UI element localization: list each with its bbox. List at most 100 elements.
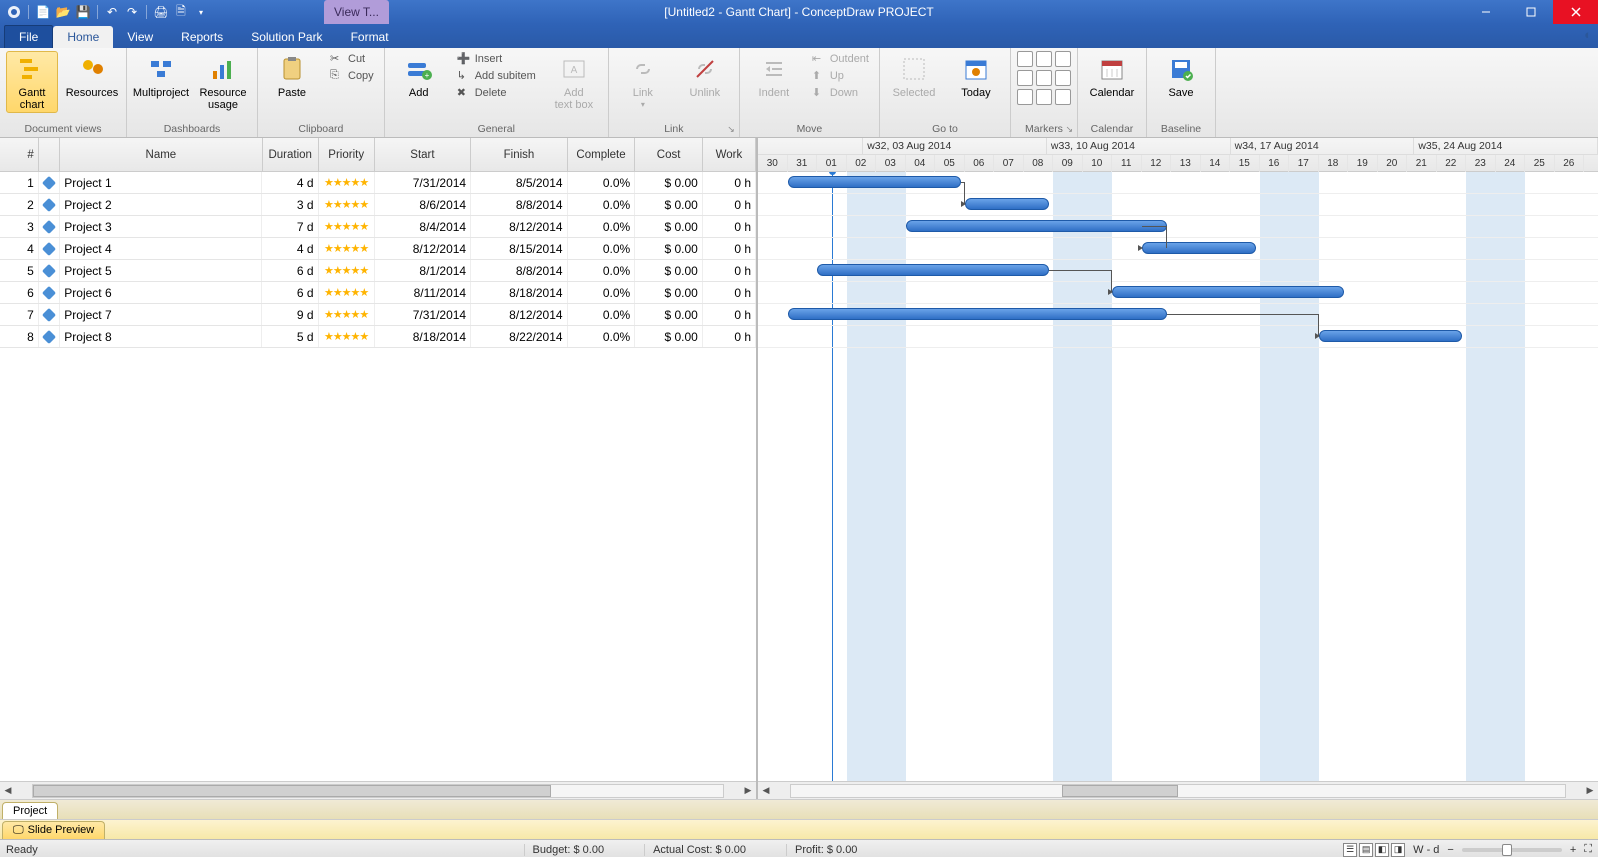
- cell[interactable]: Project 8: [60, 326, 262, 347]
- cell[interactable]: 1: [0, 172, 39, 193]
- table-row[interactable]: 7Project 79 d★★★★★7/31/20148/12/20140.0%…: [0, 304, 756, 326]
- save-button[interactable]: Save: [1153, 51, 1209, 99]
- cell[interactable]: $ 0.00: [635, 172, 703, 193]
- qat-dropdown-icon[interactable]: ▾: [193, 4, 209, 20]
- cell[interactable]: 0 h: [703, 260, 756, 281]
- cell[interactable]: 8/12/2014: [471, 304, 567, 325]
- resources-button[interactable]: Resources: [64, 51, 120, 99]
- cell[interactable]: 0.0%: [568, 172, 636, 193]
- cell[interactable]: 0.0%: [568, 216, 636, 237]
- cell[interactable]: 2: [0, 194, 39, 215]
- column-header-cost[interactable]: Cost: [635, 138, 703, 171]
- dialog-launcher-icon[interactable]: ↘: [1065, 124, 1073, 135]
- undo-icon[interactable]: ↶: [104, 4, 120, 20]
- cell[interactable]: 0 h: [703, 238, 756, 259]
- today-button[interactable]: Today: [948, 51, 1004, 99]
- cell[interactable]: $ 0.00: [635, 282, 703, 303]
- table-row[interactable]: 2Project 23 d★★★★★8/6/20148/8/20140.0%$ …: [0, 194, 756, 216]
- cell[interactable]: ★★★★★: [319, 238, 375, 259]
- open-icon[interactable]: 📂: [55, 4, 71, 20]
- cell[interactable]: Project 7: [60, 304, 262, 325]
- table-row[interactable]: 3Project 37 d★★★★★8/4/20148/12/20140.0%$…: [0, 216, 756, 238]
- cell[interactable]: 0 h: [703, 282, 756, 303]
- cell[interactable]: Project 6: [60, 282, 262, 303]
- tab-format[interactable]: Format: [337, 26, 403, 48]
- cell[interactable]: 7/31/2014: [375, 172, 471, 193]
- cell[interactable]: 0.0%: [568, 238, 636, 259]
- add-button[interactable]: +Add: [391, 51, 447, 99]
- column-header-work[interactable]: Work: [703, 138, 756, 171]
- cell[interactable]: 8/11/2014: [375, 282, 471, 303]
- cell[interactable]: 8/18/2014: [375, 326, 471, 347]
- cell[interactable]: [39, 172, 61, 193]
- cell[interactable]: 4: [0, 238, 39, 259]
- table-row[interactable]: 4Project 44 d★★★★★8/12/20148/15/20140.0%…: [0, 238, 756, 260]
- table-row[interactable]: 8Project 85 d★★★★★8/18/20148/22/20140.0%…: [0, 326, 756, 348]
- cell[interactable]: 4 d: [262, 172, 318, 193]
- cell[interactable]: ★★★★★: [319, 282, 375, 303]
- cell[interactable]: $ 0.00: [635, 304, 703, 325]
- cell[interactable]: 8/18/2014: [471, 282, 567, 303]
- zoom-in-icon[interactable]: +: [1570, 844, 1576, 856]
- cell[interactable]: [39, 326, 61, 347]
- zoom-slider[interactable]: [1462, 848, 1562, 852]
- cell[interactable]: [39, 282, 61, 303]
- column-header-#[interactable]: #: [0, 138, 39, 171]
- cell[interactable]: 0.0%: [568, 282, 636, 303]
- cell[interactable]: 0.0%: [568, 194, 636, 215]
- gantt-bar[interactable]: [817, 264, 1049, 276]
- print-icon[interactable]: 🖨: [153, 4, 169, 20]
- cell[interactable]: 8/6/2014: [375, 194, 471, 215]
- table-row[interactable]: 5Project 56 d★★★★★8/1/20148/8/20140.0%$ …: [0, 260, 756, 282]
- new-icon[interactable]: 📄: [35, 4, 51, 20]
- cell[interactable]: ★★★★★: [319, 260, 375, 281]
- cell[interactable]: 4 d: [262, 238, 318, 259]
- scroll-right-icon[interactable]: ▶: [740, 783, 756, 799]
- column-header-start[interactable]: Start: [375, 138, 472, 171]
- cell[interactable]: 0 h: [703, 216, 756, 237]
- gantt-hscroll[interactable]: ◀ ▶: [758, 781, 1598, 799]
- cell[interactable]: Project 2: [60, 194, 262, 215]
- tab-file[interactable]: File: [4, 25, 53, 48]
- cell[interactable]: Project 5: [60, 260, 262, 281]
- cell[interactable]: 5: [0, 260, 39, 281]
- cell[interactable]: $ 0.00: [635, 194, 703, 215]
- maximize-button[interactable]: [1508, 0, 1553, 24]
- cell[interactable]: 0 h: [703, 304, 756, 325]
- column-header-name[interactable]: Name: [60, 138, 263, 171]
- cell[interactable]: 0.0%: [568, 326, 636, 347]
- app-icon[interactable]: [6, 4, 22, 20]
- multiproject-button[interactable]: Multiproject: [133, 51, 189, 99]
- cell[interactable]: 0 h: [703, 194, 756, 215]
- gantt-bar[interactable]: [788, 176, 961, 188]
- gantt-bar[interactable]: [1319, 330, 1463, 342]
- cell[interactable]: $ 0.00: [635, 260, 703, 281]
- cell[interactable]: 8/15/2014: [471, 238, 567, 259]
- column-header-indicator[interactable]: [39, 138, 60, 171]
- cell[interactable]: ★★★★★: [319, 304, 375, 325]
- add-subitem-button[interactable]: ↳Add subitem: [453, 68, 540, 83]
- view-mode-icons[interactable]: ☰▤◧◨: [1343, 843, 1405, 857]
- cell[interactable]: 3: [0, 216, 39, 237]
- print-preview-icon[interactable]: 🗎: [173, 4, 189, 20]
- table-hscroll[interactable]: ◀ ▶: [0, 781, 756, 799]
- cell[interactable]: $ 0.00: [635, 238, 703, 259]
- paste-button[interactable]: Paste: [264, 51, 320, 99]
- cell[interactable]: 7 d: [262, 216, 318, 237]
- cell[interactable]: 7: [0, 304, 39, 325]
- cell[interactable]: 0 h: [703, 172, 756, 193]
- cell[interactable]: 0 h: [703, 326, 756, 347]
- contextual-tab[interactable]: View T...: [324, 0, 389, 24]
- cell[interactable]: ★★★★★: [319, 216, 375, 237]
- cell[interactable]: 8/12/2014: [375, 238, 471, 259]
- cell[interactable]: 8/8/2014: [471, 194, 567, 215]
- cell[interactable]: 9 d: [262, 304, 318, 325]
- help-icon[interactable]: ◐: [1578, 24, 1598, 44]
- sheet-tab-project[interactable]: Project: [2, 802, 58, 819]
- zoom-fit-icon[interactable]: ⛶: [1584, 843, 1592, 856]
- cell[interactable]: [39, 238, 61, 259]
- cell[interactable]: 6 d: [262, 282, 318, 303]
- column-header-priority[interactable]: Priority: [319, 138, 375, 171]
- minimize-button[interactable]: [1463, 0, 1508, 24]
- copy-button[interactable]: ⎘Copy: [326, 68, 378, 83]
